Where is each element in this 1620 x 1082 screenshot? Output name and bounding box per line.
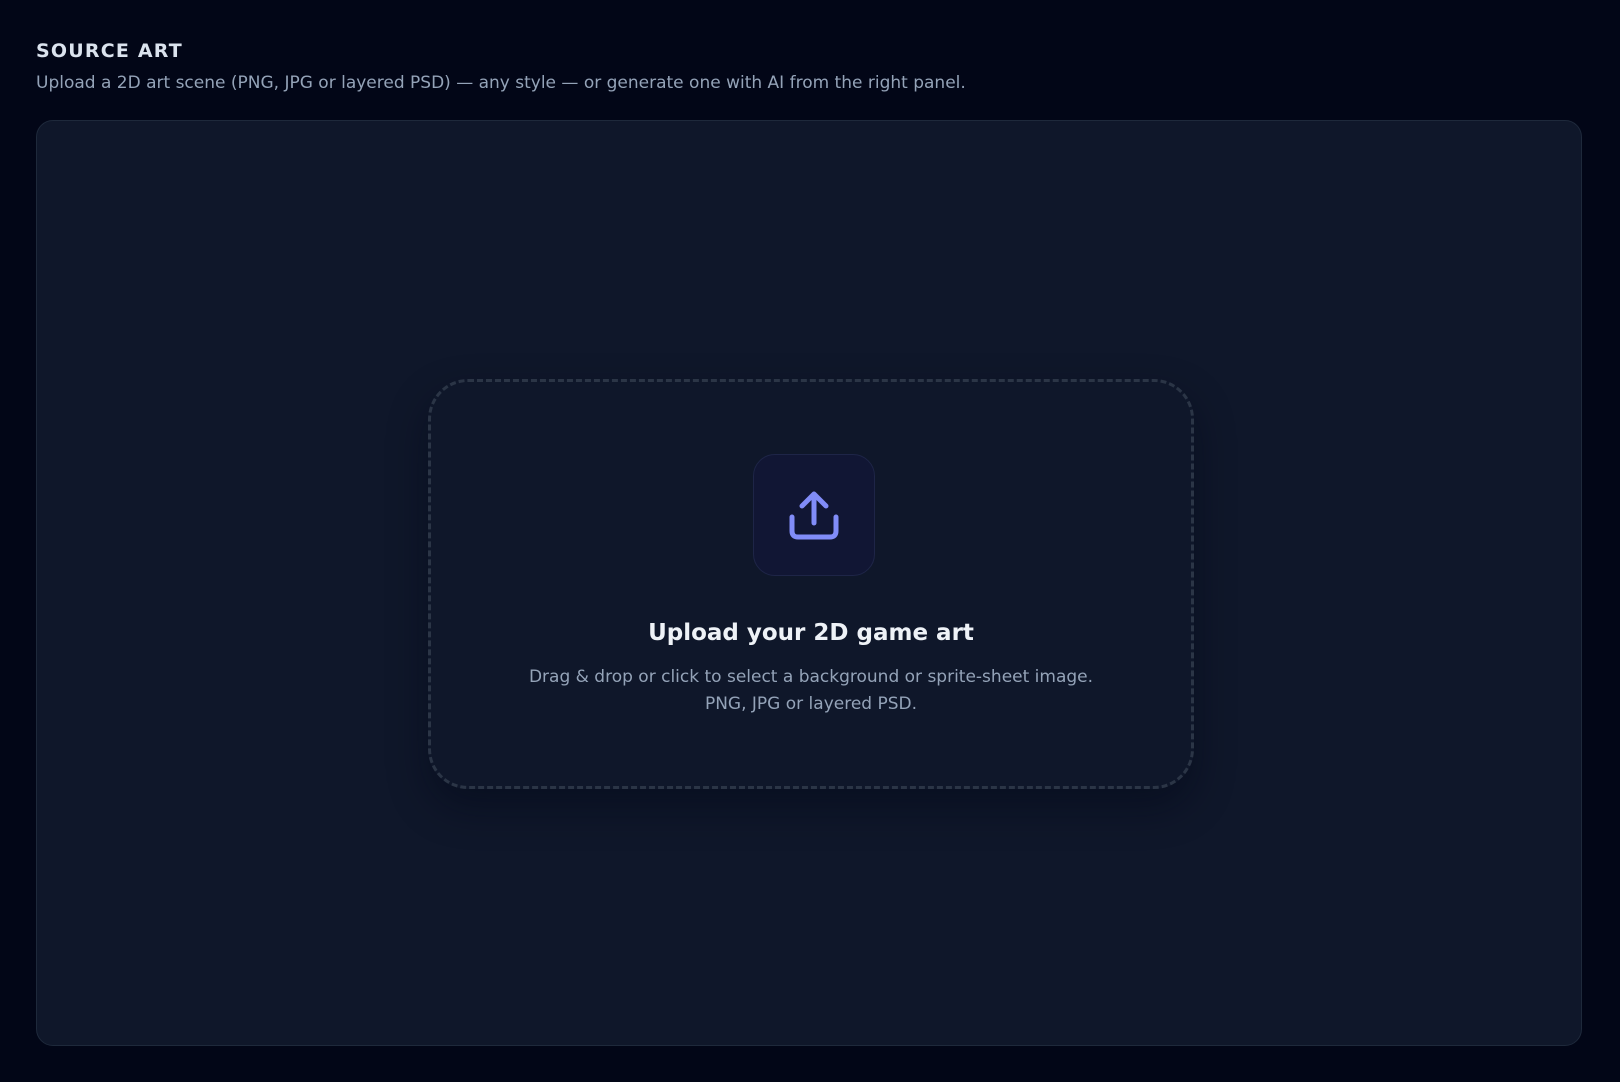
dropzone-title: Upload your 2D game art [648,620,974,646]
upload-icon [786,487,842,543]
section-title: SOURCE ART [36,40,183,62]
source-art-header: SOURCE ART Upload a 2D art scene (PNG, J… [36,38,1576,95]
section-subtitle: Upload a 2D art scene (PNG, JPG or layer… [36,73,966,93]
dropzone-hint: Drag & drop or click to select a backgro… [528,667,1094,714]
upload-dropzone[interactable]: Upload your 2D game art Drag & drop or c… [428,379,1194,789]
upload-icon-tile [753,454,875,576]
source-art-canvas: Upload your 2D game art Drag & drop or c… [36,120,1582,1046]
